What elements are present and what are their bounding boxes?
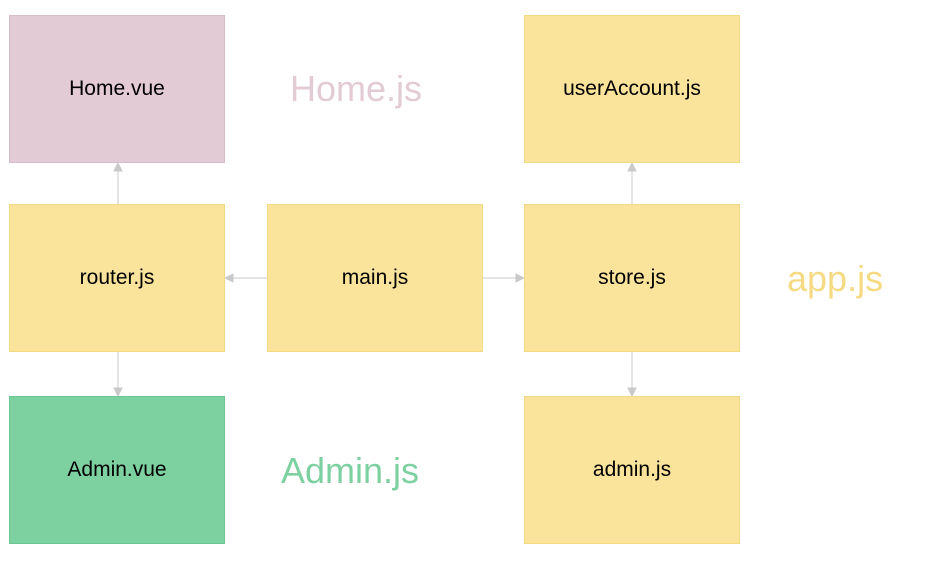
label-router: router.js	[80, 266, 155, 290]
box-admin: admin.js	[524, 396, 740, 544]
box-main: main.js	[267, 204, 483, 352]
label-admin-vue: Admin.vue	[67, 458, 166, 482]
watermark-admin: Admin.js	[281, 450, 419, 492]
label-admin: admin.js	[593, 458, 671, 482]
arrow-main-to-store	[483, 268, 524, 288]
box-store: store.js	[524, 204, 740, 352]
arrow-main-to-router	[225, 268, 267, 288]
box-home-vue: Home.vue	[9, 15, 225, 163]
label-home-vue: Home.vue	[69, 77, 165, 101]
box-user-account: userAccount.js	[524, 15, 740, 163]
watermark-app: app.js	[787, 258, 883, 300]
arrow-router-to-home	[108, 163, 128, 204]
arrow-store-to-admin	[622, 352, 642, 396]
box-admin-vue: Admin.vue	[9, 396, 225, 544]
label-store: store.js	[598, 266, 666, 290]
label-user-account: userAccount.js	[563, 77, 701, 101]
watermark-home: Home.js	[290, 68, 422, 110]
arrow-router-to-admin	[108, 352, 128, 396]
box-router: router.js	[9, 204, 225, 352]
label-main: main.js	[342, 266, 409, 290]
arrow-store-to-useraccount	[622, 163, 642, 204]
